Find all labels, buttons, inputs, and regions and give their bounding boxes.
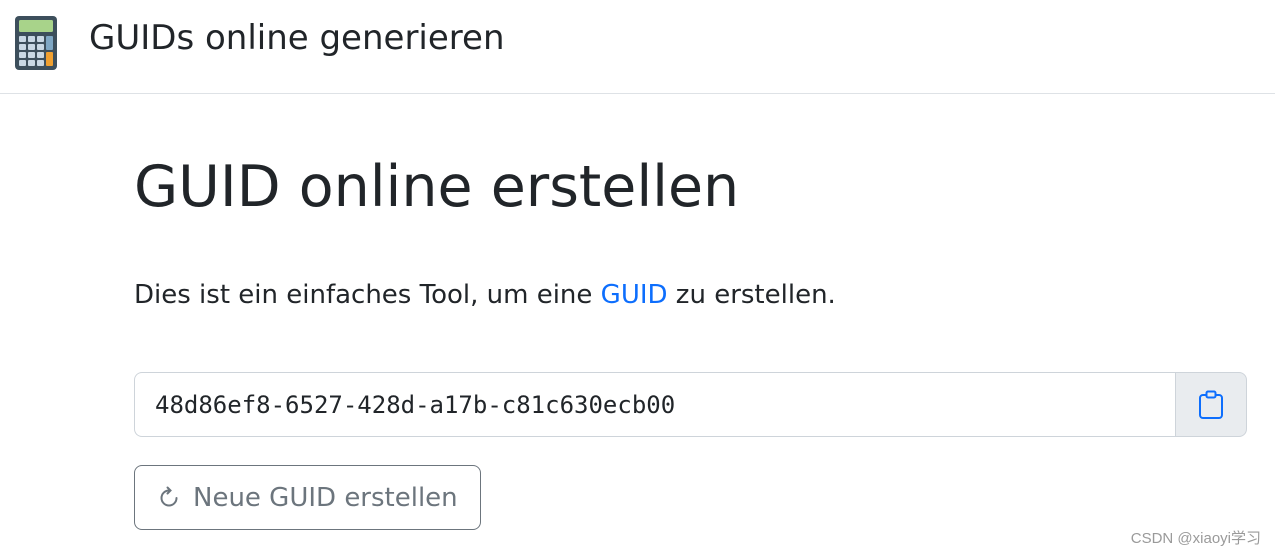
app-title[interactable]: GUIDs online generieren <box>89 16 505 60</box>
guid-link[interactable]: GUID <box>601 280 668 310</box>
new-guid-button-label: Neue GUID erstellen <box>193 482 458 513</box>
guid-output-field[interactable] <box>134 372 1175 437</box>
intro-text-after: zu erstellen. <box>667 280 836 310</box>
top-navbar: GUIDs online generieren <box>0 0 1275 94</box>
copy-button[interactable] <box>1175 372 1247 437</box>
clipboard-icon <box>1198 390 1224 420</box>
new-guid-button[interactable]: Neue GUID erstellen <box>134 465 481 530</box>
page-title: GUID online erstellen <box>134 154 740 220</box>
guid-input-group <box>134 372 1247 437</box>
intro-text: Dies ist ein einfaches Tool, um eine GUI… <box>134 277 836 313</box>
calculator-icon[interactable] <box>14 15 58 71</box>
watermark-text: CSDN @xiaoyi学习 <box>1130 530 1261 547</box>
refresh-icon <box>157 486 181 510</box>
intro-text-before: Dies ist ein einfaches Tool, um eine <box>134 280 601 310</box>
